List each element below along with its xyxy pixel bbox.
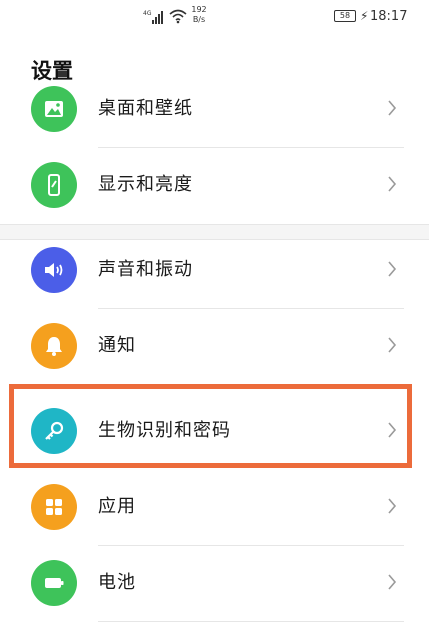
network-speed-unit: B/s xyxy=(192,15,206,24)
chevron-right-icon xyxy=(388,498,397,514)
network-speed: 192 B/s xyxy=(190,5,208,25)
clock: 18:17 xyxy=(370,9,408,24)
settings-item-label: 通知 xyxy=(98,335,136,356)
settings-item-label: 电池 xyxy=(98,572,136,593)
settings-item-biometrics-password[interactable]: 生物识别和密码 xyxy=(0,394,429,470)
chevron-right-icon xyxy=(388,574,397,590)
chevron-right-icon xyxy=(388,422,397,438)
speaker-icon xyxy=(31,247,77,293)
settings-item-wallpaper[interactable]: 桌面和壁纸 xyxy=(0,72,429,148)
settings-item-apps[interactable]: 应用 xyxy=(0,470,429,546)
display-phone-icon xyxy=(31,162,77,208)
battery-icon xyxy=(31,560,77,606)
bell-icon xyxy=(31,323,77,369)
chevron-right-icon xyxy=(388,100,397,116)
status-bar: 4G 192 B/s 58 ⚡ 18:17 xyxy=(0,0,429,34)
divider xyxy=(98,621,404,622)
settings-item-label: 应用 xyxy=(98,496,136,517)
settings-item-label: 生物识别和密码 xyxy=(98,420,231,441)
apps-grid-icon xyxy=(31,484,77,530)
settings-item-display[interactable]: 显示和亮度 xyxy=(0,148,429,224)
settings-item-battery[interactable]: 电池 xyxy=(0,546,429,622)
settings-item-label: 声音和振动 xyxy=(98,259,193,280)
key-icon xyxy=(31,408,77,454)
battery-level: 58 xyxy=(334,10,356,22)
settings-item-notifications[interactable]: 通知 xyxy=(0,309,429,385)
network-speed-value: 192 xyxy=(191,5,207,14)
divider xyxy=(98,384,404,385)
settings-item-sound[interactable]: 声音和振动 xyxy=(0,233,429,309)
network-type-label: 4G xyxy=(143,10,152,17)
wifi-icon xyxy=(169,9,187,24)
settings-item-label: 桌面和壁纸 xyxy=(98,98,193,119)
chevron-right-icon xyxy=(388,261,397,277)
chevron-right-icon xyxy=(388,337,397,353)
chevron-right-icon xyxy=(388,176,397,192)
settings-item-label: 显示和亮度 xyxy=(98,174,193,195)
wallpaper-icon xyxy=(31,86,77,132)
cellular-signal-icon: 4G xyxy=(143,10,163,24)
charging-icon: ⚡ xyxy=(360,9,369,23)
